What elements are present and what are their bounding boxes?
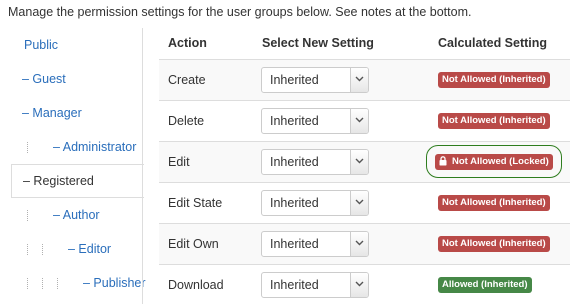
chevron-down-icon[interactable] [350, 272, 368, 297]
tree-guide [42, 244, 43, 255]
table-header-row: Action Select New Setting Calculated Set… [159, 28, 570, 60]
calculated-cell: Not Allowed (Inherited) [424, 58, 570, 100]
table-row: Delete Inherited Not Allowed (Inherited) [159, 99, 570, 141]
setting-select[interactable]: Inherited [261, 230, 369, 257]
action-name: Download [159, 263, 256, 304]
permissions-table: Action Select New Setting Calculated Set… [159, 28, 570, 304]
setting-select[interactable]: Inherited [261, 66, 369, 93]
setting-select[interactable]: Inherited [261, 189, 369, 216]
group-item-public[interactable]: Public [11, 28, 143, 62]
table-row: Download Inherited Allowed (Inherited) [159, 263, 570, 304]
action-name: Create [159, 58, 256, 100]
setting-select[interactable]: Inherited [261, 271, 369, 298]
action-name: Edit Own [159, 222, 256, 264]
group-item-guest[interactable]: – Guest [11, 62, 143, 96]
group-item-publisher[interactable]: – Publisher [11, 266, 146, 300]
setting-select-value: Inherited [270, 236, 319, 251]
select-cell: Inherited [256, 181, 424, 223]
permissions-panel: Action Select New Setting Calculated Set… [142, 28, 570, 304]
table-row: Edit Own Inherited Not Allowed (Inherited) [159, 222, 570, 264]
tree-guide [57, 278, 58, 289]
calculated-setting-badge: Not Allowed (Locked) [435, 154, 553, 170]
group-label: Public [24, 38, 59, 52]
setting-select[interactable]: Inherited [261, 107, 369, 134]
group-item-author[interactable]: – Author [11, 198, 143, 232]
calculated-setting-badge: Not Allowed (Inherited) [438, 72, 550, 88]
calculated-cell: Not Allowed (Inherited) [424, 181, 570, 223]
setting-select-value: Inherited [270, 154, 319, 169]
chevron-down-icon[interactable] [350, 108, 368, 133]
select-cell: Inherited [256, 58, 424, 100]
select-cell: Inherited [256, 99, 424, 141]
calculated-setting-text: Not Allowed (Inherited) [442, 115, 546, 126]
group-item-manager[interactable]: – Manager [11, 96, 143, 130]
tree-guide [27, 210, 28, 221]
intro-text: Manage the permission settings for the u… [8, 5, 472, 19]
action-name: Edit State [159, 181, 256, 223]
calculated-setting-badge: Allowed (Inherited) [438, 277, 532, 294]
calculated-cell: Not Allowed (Inherited) [424, 222, 570, 264]
calculated-setting-text: Not Allowed (Inherited) [442, 197, 546, 208]
select-cell: Inherited [256, 222, 424, 264]
group-label: – Registered [23, 174, 94, 188]
header-select-new-setting: Select New Setting [256, 28, 424, 60]
setting-select-value: Inherited [270, 277, 319, 292]
calculated-setting-text: Allowed (Inherited) [442, 279, 528, 291]
calculated-setting-badge: Not Allowed (Inherited) [438, 113, 550, 129]
setting-select[interactable]: Inherited [261, 148, 369, 175]
tree-guide [27, 244, 28, 255]
chevron-down-icon[interactable] [350, 231, 368, 256]
chevron-down-icon[interactable] [350, 67, 368, 92]
chevron-down-icon[interactable] [350, 149, 368, 174]
tree-guide [27, 142, 28, 153]
table-row: Edit State Inherited Not Allowed (Inherite… [159, 181, 570, 223]
permissions-rows: Create Inherited Not Allowed (Inherited) De… [159, 58, 570, 304]
header-action: Action [159, 28, 256, 60]
chevron-down-icon[interactable] [350, 190, 368, 215]
group-label: – Administrator [53, 140, 137, 154]
calculated-cell: Not Allowed (Locked) [424, 140, 570, 182]
tree-guide [42, 278, 43, 289]
calculated-cell: Allowed (Inherited) [424, 263, 570, 304]
calculated-setting-text: Not Allowed (Inherited) [442, 238, 546, 249]
group-item-administrator[interactable]: – Administrator [11, 130, 143, 164]
group-label: – Manager [22, 106, 82, 120]
highlight-ring: Not Allowed (Locked) [426, 145, 562, 178]
calculated-setting-text: Not Allowed (Locked) [452, 156, 549, 167]
group-item-registered[interactable]: – Registered [11, 164, 144, 198]
calculated-setting-text: Not Allowed (Inherited) [442, 74, 546, 85]
table-row: Create Inherited Not Allowed (Inherited) [159, 58, 570, 100]
tree-guide [27, 278, 28, 289]
action-name: Delete [159, 99, 256, 141]
setting-select-value: Inherited [270, 113, 319, 128]
select-cell: Inherited [256, 140, 424, 182]
calculated-cell: Not Allowed (Inherited) [424, 99, 570, 141]
group-label: – Publisher [83, 276, 146, 290]
group-item-editor[interactable]: – Editor [11, 232, 143, 266]
lock-icon [439, 156, 447, 172]
header-calculated-setting: Calculated Setting [424, 28, 570, 60]
calculated-setting-badge: Not Allowed (Inherited) [438, 236, 550, 252]
group-label: – Editor [68, 242, 112, 256]
group-label: – Author [53, 208, 100, 222]
select-cell: Inherited [256, 263, 424, 304]
group-label: – Guest [22, 72, 66, 86]
action-name: Edit [159, 140, 256, 182]
setting-select-value: Inherited [270, 195, 319, 210]
calculated-setting-badge: Not Allowed (Inherited) [438, 195, 550, 211]
setting-select-value: Inherited [270, 72, 319, 87]
user-groups-list: Public – Guest – Manager – Administrator – R… [11, 28, 146, 300]
table-row: Edit Inherited Not Allowed (Locked) [159, 140, 570, 182]
